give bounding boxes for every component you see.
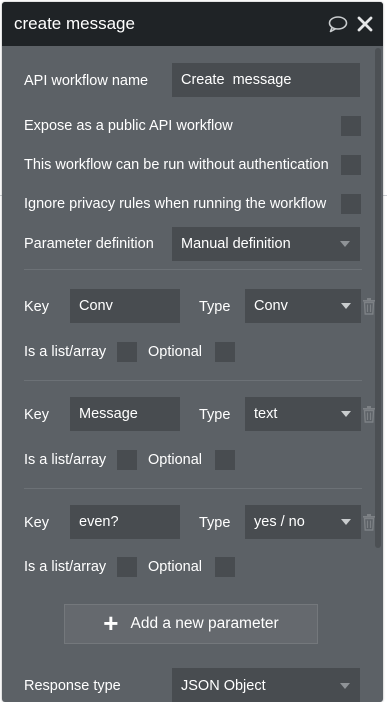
param-def-label: Parameter definition [24,236,154,252]
trash-icon[interactable] [362,297,376,315]
trash-icon[interactable] [362,513,376,531]
param-key-value: Message [79,406,138,422]
param-type-value: text [254,406,278,422]
param-type-dropdown[interactable]: yes / no [245,505,361,539]
ignore-privacy-label: Ignore privacy rules when running the wo… [24,196,327,212]
chevron-down-icon [341,303,351,309]
param-type-label: Type [199,299,231,315]
comment-icon[interactable] [328,15,348,33]
plus-icon: + [103,607,119,638]
panel-title: create message [14,14,135,33]
no-auth-checkbox[interactable] [341,155,361,175]
panel-header: create message [2,2,383,46]
chevron-down-icon [340,683,350,689]
section-divider [24,380,362,381]
param-key-input[interactable]: Conv [70,289,180,323]
param-type-dropdown[interactable]: text [245,397,361,431]
workflow-name-input[interactable]: Create message [172,63,360,97]
add-parameter-label: Add a new parameter [130,615,279,632]
response-type-dropdown[interactable]: JSON Object [172,668,360,702]
no-auth-label: This workflow can be run without authent… [24,157,329,173]
param-def-dropdown[interactable]: Manual definition [172,227,360,261]
param-type-value: Conv [254,298,288,314]
list-array-label: Is a list/array [24,452,107,468]
close-icon[interactable] [357,16,373,32]
workflow-name-value: Create message [181,72,292,88]
optional-checkbox[interactable] [215,342,235,362]
expose-label: Expose as a public API workflow [24,118,233,134]
header-icons [328,15,373,33]
ignore-privacy-checkbox[interactable] [341,194,361,214]
param-key-value: Conv [79,298,113,314]
chevron-down-icon [340,241,350,247]
list-array-checkbox[interactable] [117,557,137,577]
param-key-input[interactable]: Message [70,397,180,431]
list-array-checkbox[interactable] [117,450,137,470]
optional-checkbox[interactable] [215,450,235,470]
response-type-label: Response type [24,678,121,694]
section-divider [24,269,362,270]
optional-label: Optional [148,452,203,468]
param-key-input[interactable]: even? [70,505,180,539]
section-divider [24,488,362,489]
param-key-label: Key [24,299,49,315]
param-type-value: yes / no [254,514,305,530]
optional-label: Optional [148,559,203,575]
param-def-value: Manual definition [181,236,291,252]
workflow-name-label: API workflow name [24,73,149,89]
param-type-label: Type [199,407,231,423]
scrollbar[interactable] [375,48,381,548]
optional-label: Optional [148,344,203,360]
add-parameter-button[interactable]: + Add a new parameter [64,604,318,644]
trash-icon[interactable] [362,405,376,423]
expose-checkbox[interactable] [341,116,361,136]
param-key-label: Key [24,515,49,531]
list-array-checkbox[interactable] [117,342,137,362]
optional-checkbox[interactable] [215,557,235,577]
param-type-label: Type [199,515,231,531]
response-type-value: JSON Object [181,678,266,694]
param-type-dropdown[interactable]: Conv [245,289,361,323]
param-key-value: even? [79,514,119,530]
chevron-down-icon [341,519,351,525]
list-array-label: Is a list/array [24,344,107,360]
workflow-editor-panel: create message API workflow name Create … [2,2,383,702]
chevron-down-icon [341,411,351,417]
list-array-label: Is a list/array [24,559,107,575]
param-key-label: Key [24,407,49,423]
